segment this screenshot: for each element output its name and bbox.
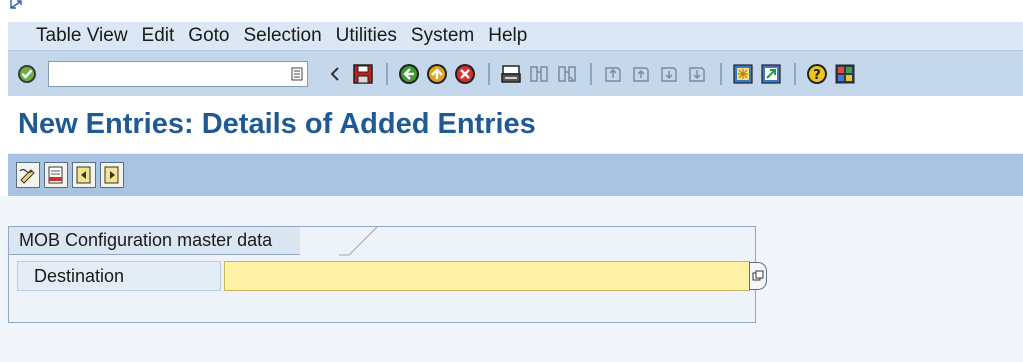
content-area: MOB Configuration master data Destinatio… [0, 196, 1023, 362]
svg-text:?: ? [813, 68, 821, 83]
value-help-icon[interactable] [749, 262, 767, 290]
destination-input[interactable] [225, 262, 749, 290]
menu-utilities[interactable]: Utilities [336, 25, 397, 47]
menu-selection[interactable]: Selection [244, 25, 322, 47]
change-display-icon[interactable] [16, 162, 40, 188]
menu-table-view[interactable]: Table View [36, 25, 128, 47]
toolbar-separator [794, 62, 796, 85]
command-field[interactable] [48, 60, 308, 87]
first-page-icon[interactable] [600, 61, 626, 87]
destination-field[interactable] [224, 261, 750, 291]
save-icon[interactable] [350, 61, 376, 87]
command-dropdown-icon[interactable] [291, 67, 303, 81]
destination-label: Destination [17, 261, 221, 291]
page-title: New Entries: Details of Added Entries [18, 108, 536, 140]
back-arrow-small-icon[interactable] [322, 61, 348, 87]
toolbar-separator [488, 62, 490, 85]
menu-goto[interactable]: Goto [188, 25, 229, 47]
menu-system[interactable]: System [411, 25, 474, 47]
menu-help[interactable]: Help [488, 25, 527, 47]
title-bar: New Entries: Details of Added Entries [8, 96, 1023, 154]
application-toolbar [8, 154, 1023, 196]
toolbar-separator [590, 62, 592, 85]
print-icon[interactable] [498, 61, 524, 87]
cancel-icon[interactable] [452, 61, 478, 87]
find-icon[interactable] [526, 61, 552, 87]
menu-edit[interactable]: Edit [142, 25, 175, 47]
toolbar-separator [720, 62, 722, 85]
command-input[interactable] [53, 62, 273, 85]
group-box: MOB Configuration master data Destinatio… [8, 226, 767, 323]
generate-shortcut-icon[interactable] [758, 61, 784, 87]
customize-layout-icon[interactable] [832, 61, 858, 87]
enter-checkmark-icon[interactable] [14, 61, 40, 87]
standard-toolbar: ? [8, 50, 1023, 96]
next-page-icon[interactable] [656, 61, 682, 87]
delete-icon[interactable] [44, 162, 68, 188]
destination-row: Destination [17, 261, 767, 291]
next-entry-icon[interactable] [100, 162, 124, 188]
toolbar-separator [386, 62, 388, 85]
window-icon[interactable] [10, 0, 24, 10]
previous-entry-icon[interactable] [72, 162, 96, 188]
help-icon[interactable]: ? [804, 61, 830, 87]
create-session-icon[interactable] [730, 61, 756, 87]
group-tab-edge [339, 226, 378, 256]
find-next-icon[interactable] [554, 61, 580, 87]
title-strip [0, 0, 1023, 22]
back-icon[interactable] [396, 61, 422, 87]
last-page-icon[interactable] [684, 61, 710, 87]
menu-bar: Table View Edit Goto Selection Utilities… [8, 22, 1023, 50]
previous-page-icon[interactable] [628, 61, 654, 87]
group-title: MOB Configuration master data [9, 227, 301, 255]
exit-icon[interactable] [424, 61, 450, 87]
